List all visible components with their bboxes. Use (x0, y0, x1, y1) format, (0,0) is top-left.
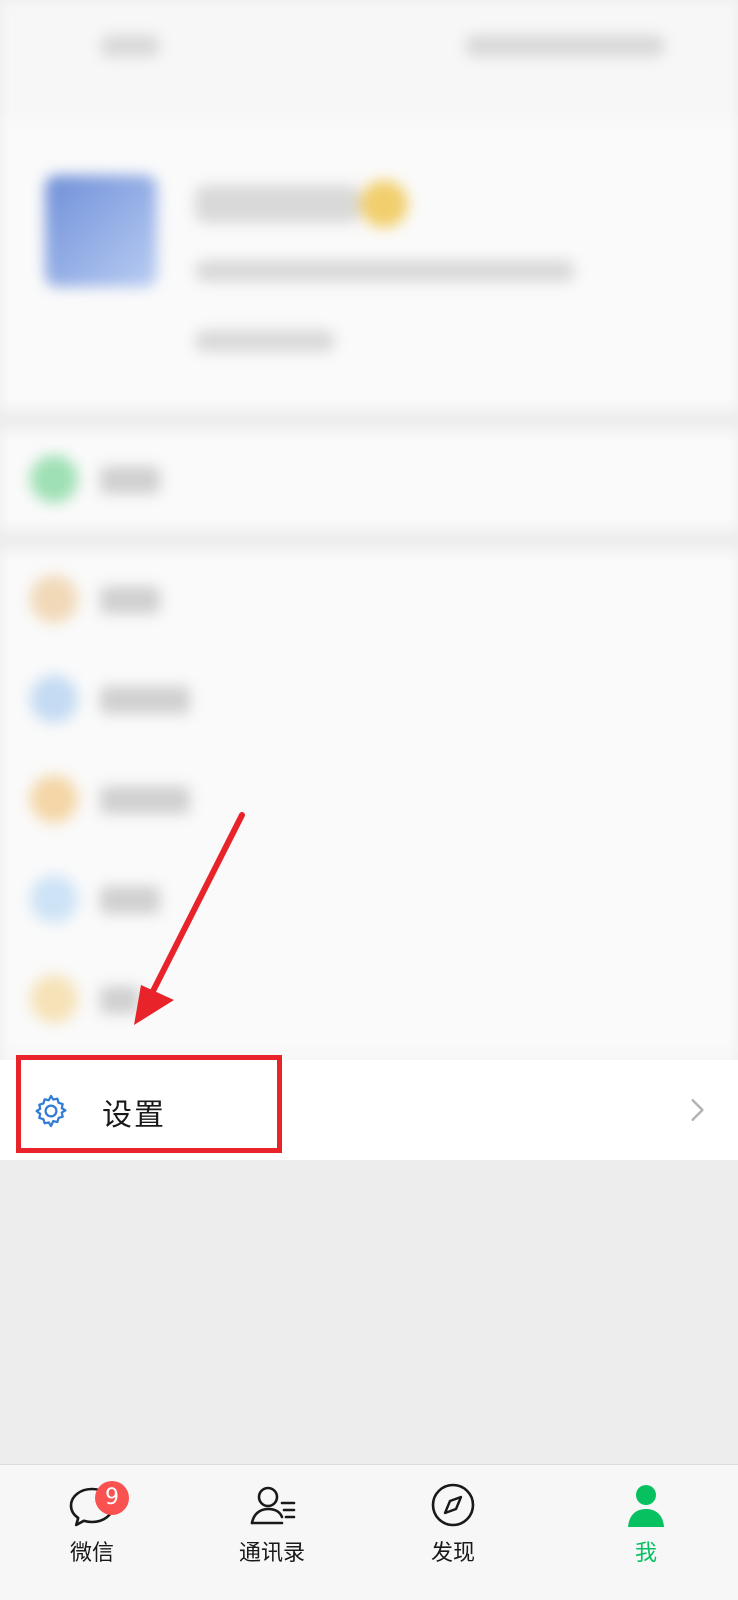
tab-me[interactable]: 我 (586, 1465, 706, 1600)
contacts-icon (250, 1486, 296, 1525)
profile-card[interactable] (0, 120, 738, 410)
chevron-right-icon (691, 1099, 704, 1121)
blurred-top-right (465, 35, 665, 57)
blurred-row-1 (0, 430, 738, 530)
blurred-status (195, 330, 335, 352)
avatar[interactable] (45, 175, 157, 287)
tab-discover-label: 发现 (430, 1541, 475, 1566)
blurred-label (100, 886, 160, 914)
top-bar (0, 0, 738, 90)
blurred-row-5 (0, 850, 738, 950)
unread-badge: 9 (95, 1481, 129, 1515)
tab-contacts-label: 通讯录 (238, 1541, 305, 1566)
blurred-background (0, 0, 738, 1080)
blurred-icon (30, 575, 78, 623)
blurred-label (100, 686, 190, 714)
blurred-label (100, 786, 190, 814)
highlight-box (16, 1055, 282, 1153)
blurred-label (100, 586, 160, 614)
blurred-row-2 (0, 550, 738, 650)
tab-chats-label: 微信 (69, 1541, 114, 1566)
tab-bar: 9 微信 通讯录 发现 我 (0, 1464, 738, 1600)
blurred-icon (30, 875, 78, 923)
tab-me-label: 我 (634, 1541, 657, 1566)
blurred-icon (30, 675, 78, 723)
blurred-top-left (100, 35, 160, 57)
blurred-label (100, 466, 160, 494)
blurred-badge-icon (360, 180, 408, 228)
tab-chats[interactable]: 9 微信 (32, 1465, 152, 1600)
blurred-row-3 (0, 650, 738, 750)
blurred-row-6 (0, 950, 738, 1050)
blurred-icon (30, 975, 78, 1023)
blurred-label (100, 986, 140, 1014)
compass-icon (431, 1483, 475, 1527)
blurred-icon (30, 455, 78, 503)
person-icon (628, 1485, 664, 1527)
blurred-icon (30, 775, 78, 823)
tab-discover[interactable]: 发现 (393, 1465, 513, 1600)
tab-contacts[interactable]: 通讯录 (212, 1465, 332, 1600)
blurred-id-line (195, 260, 575, 282)
blurred-row-4 (0, 750, 738, 850)
blurred-nickname (195, 185, 360, 223)
